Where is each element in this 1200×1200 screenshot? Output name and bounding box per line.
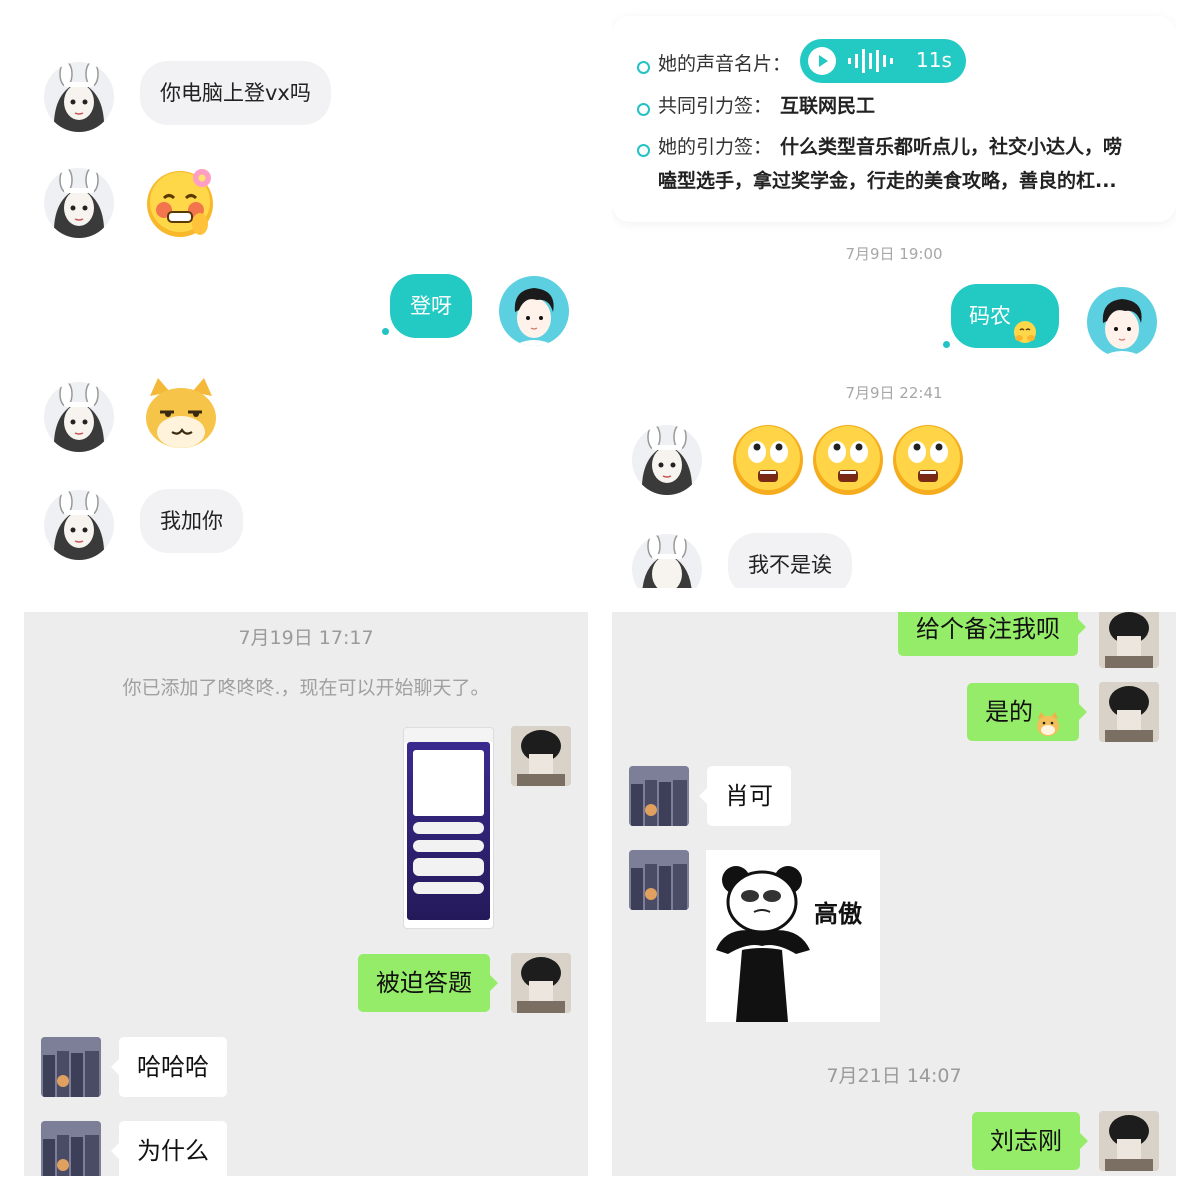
her-tags-value-line2: 嗑型选手，拿过奖学金，行走的美食攻略，善良的杠... <box>658 170 1117 192</box>
profile-tags-card: 她的声音名片： 11s 共同引力签： 互联网民工 她的引力签： 什么类型音乐都听… <box>612 16 1176 222</box>
screenshot-image-message[interactable] <box>403 727 494 929</box>
girl-avatar[interactable] <box>44 168 114 238</box>
group-photo-avatar[interactable] <box>41 1037 101 1097</box>
message-bubble-out[interactable]: 刘志刚 <box>972 1112 1088 1170</box>
message-bubble-out[interactable]: 登呀 <box>390 274 472 338</box>
message-bubble-in[interactable]: 哈哈哈 <box>111 1037 227 1097</box>
bullet-ring-icon <box>637 144 650 157</box>
shocked-emoji-icon <box>813 425 883 495</box>
shocked-emoji-icon <box>733 425 803 495</box>
shocked-emoji-icon <box>893 425 963 495</box>
message-bubble-in[interactable]: 我不是诶 <box>728 533 852 588</box>
group-photo-avatar[interactable] <box>629 766 689 826</box>
message-bubble-out[interactable]: 被迫答题 <box>358 954 498 1012</box>
smirk-cat-emoji-icon <box>142 376 220 452</box>
waveform-icon <box>848 49 894 73</box>
unread-dot <box>943 341 950 348</box>
bullet-ring-icon <box>637 103 650 116</box>
group-photo-avatar[interactable] <box>629 850 689 910</box>
shy-grin-emoji-icon <box>144 164 220 240</box>
soul-chat-panel-2: 她的声音名片： 11s 共同引力签： 互联网民工 她的引力签： 什么类型音乐都听… <box>612 0 1176 588</box>
girl-avatar[interactable] <box>44 490 114 560</box>
girl-avatar[interactable] <box>44 62 114 132</box>
common-tag-value[interactable]: 互联网民工 <box>780 91 875 118</box>
message-bubble-out[interactable]: 是的 <box>967 683 1087 741</box>
message-bubble-in[interactable]: 你电脑上登vx吗 <box>140 61 331 125</box>
unread-dot <box>382 328 389 335</box>
her-tags-label: 她的引力签： <box>658 136 773 158</box>
message-bubble-in[interactable]: 为什么 <box>111 1121 227 1176</box>
message-bubble-in[interactable]: 肖可 <box>699 766 791 826</box>
voice-card-player[interactable]: 11s <box>800 39 966 83</box>
voice-card-label: 她的声音名片： <box>658 53 792 75</box>
message-bubble-in[interactable]: 我加你 <box>140 489 243 553</box>
panda-meme-sticker[interactable]: 高傲 <box>706 850 880 1022</box>
sticker-caption: 高傲 <box>814 900 862 928</box>
wechat-chat-panel-2: 给个备注我呗 是的 肖可 高傲 7月21日 14:07 刘志刚 <box>612 612 1176 1176</box>
masked-user-avatar[interactable] <box>1099 612 1159 668</box>
masked-user-avatar[interactable] <box>1099 1111 1159 1171</box>
her-tags-value-line1: 什么类型音乐都听点儿，社交小达人，唠 <box>780 136 1123 158</box>
group-photo-avatar[interactable] <box>41 1121 101 1176</box>
soul-chat-panel-1: 你电脑上登vx吗 登呀 我加你 <box>24 0 588 588</box>
wechat-chat-panel-1: 7月19日 17:17 你已添加了咚咚咚.，现在可以开始聊天了。 被迫答题 哈哈… <box>24 612 588 1176</box>
hug-emoji-icon <box>1013 305 1037 343</box>
girl-avatar[interactable] <box>44 382 114 452</box>
doge-emoji-icon <box>1035 700 1061 736</box>
timestamp: 7月9日 22:41 <box>845 384 943 402</box>
play-icon[interactable] <box>808 47 836 75</box>
boy-avatar[interactable] <box>1087 287 1157 357</box>
shocked-emoji-row <box>730 422 970 498</box>
timestamp: 7月9日 19:00 <box>845 245 943 263</box>
timestamp: 7月21日 14:07 <box>826 1065 962 1087</box>
system-notice: 你已添加了咚咚咚.，现在可以开始聊天了。 <box>122 677 490 699</box>
message-text: 是的 <box>985 698 1033 726</box>
masked-user-avatar[interactable] <box>511 726 571 786</box>
message-text: 码农 <box>969 304 1011 328</box>
girl-avatar[interactable] <box>632 534 702 588</box>
voice-duration: 11s <box>916 48 952 72</box>
message-bubble-out[interactable]: 码农 <box>951 284 1059 348</box>
message-bubble-out[interactable]: 给个备注我呗 <box>898 612 1086 656</box>
timestamp: 7月19日 17:17 <box>238 627 374 649</box>
masked-user-avatar[interactable] <box>511 953 571 1013</box>
girl-avatar[interactable] <box>632 425 702 495</box>
common-tag-label: 共同引力签： <box>658 95 773 117</box>
boy-avatar[interactable] <box>499 276 569 346</box>
masked-user-avatar[interactable] <box>1099 682 1159 742</box>
bullet-ring-icon <box>637 61 650 74</box>
